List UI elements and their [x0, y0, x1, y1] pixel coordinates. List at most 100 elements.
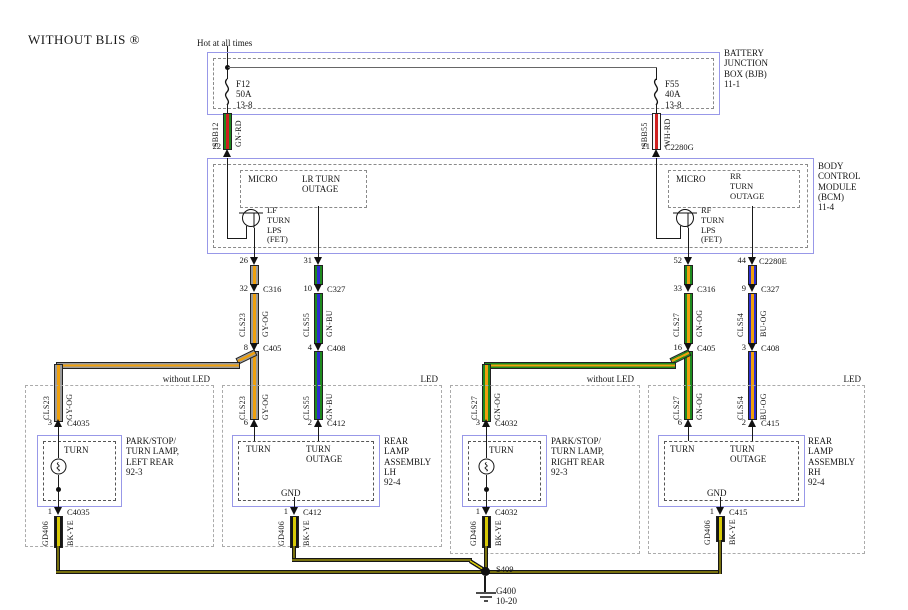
cls54-label: CLS54: [736, 297, 745, 337]
gn-og-branch-label-right: GN-OG: [493, 388, 502, 420]
bjb-label: BATTERY JUNCTION BOX (BJB) 11-1: [724, 48, 768, 89]
connector-c2280g: C2280G: [665, 142, 694, 152]
cls23-label: CLS23: [238, 297, 247, 337]
connector-c4035-bottom: C4035: [67, 507, 90, 517]
wire-sbb55: [652, 113, 661, 150]
ground-g400-label: G400 10-20: [496, 586, 517, 607]
wire-cls55-seg2: [314, 293, 323, 344]
pin-33: 33: [666, 283, 682, 293]
section-label-without-led-left: without LED: [130, 374, 210, 384]
lamp-rr-wire-top: [486, 427, 487, 458]
connector-c4032-bottom: C4032: [495, 507, 518, 517]
connector-c4035-top: C4035: [67, 418, 90, 428]
pin-22-arrow-icon: [223, 149, 231, 157]
connector-c327-left: C327: [327, 284, 345, 294]
c408-right-arrow-icon: [748, 343, 756, 351]
bulb-rr-icon: [478, 458, 495, 475]
pin-8: 8: [232, 342, 248, 352]
gnd-run-lamp-lr: [56, 546, 60, 572]
connector-c412-bottom: C412: [303, 507, 321, 517]
lamp-lr-turn-label: TURN: [64, 445, 89, 455]
bcm-wire-pin22: [227, 158, 228, 239]
bk-ye-label-4: BK-YE: [728, 517, 737, 545]
pin-9: 9: [730, 283, 746, 293]
cls23-branch-label-lh: CLS23: [238, 388, 247, 420]
pin-16: 16: [666, 342, 682, 352]
section-label-without-led-right: without LED: [554, 374, 634, 384]
gd406-label-1: GD406: [41, 518, 50, 546]
pin-44-arrow-icon: [748, 257, 756, 265]
gy-og-label: GY-OG: [261, 297, 270, 337]
lf-turn-lps-label: LF TURN LPS (FET): [267, 206, 290, 245]
splice-s409: [481, 567, 490, 576]
c4032-bottom-arrow-icon: [482, 507, 490, 515]
c412-bottom-arrow-icon: [290, 507, 298, 515]
wire-cls54-seg2: [748, 293, 757, 344]
rear-rh-turn-label: TURN: [670, 444, 695, 454]
wire-cls27-horizontal: [484, 362, 676, 369]
bcm-lr-turn-outage-label: LR TURN OUTAGE: [302, 174, 340, 195]
cls27-label: CLS27: [672, 297, 681, 337]
pin-10: 10: [296, 283, 312, 293]
bcm-wire-lr-outage-out: [318, 206, 319, 257]
gn-bu-label: GN-BU: [325, 297, 334, 337]
rear-lh-gnd-wire: [294, 497, 295, 507]
pin-3-c4032: 3: [464, 417, 480, 427]
bu-og-label: BU-OG: [759, 297, 768, 337]
rear-rh-outage-label: TURN OUTAGE: [730, 444, 766, 465]
c4032-top-arrow-icon: [482, 419, 490, 427]
gd406-label-3: GD406: [469, 518, 478, 546]
f12-lower-wire: [227, 104, 228, 113]
connector-c415-bottom: C415: [729, 507, 747, 517]
bulb-lr-icon: [50, 458, 67, 475]
wire-cls23-seg1: [250, 265, 259, 285]
bjb-bus-wire: [228, 67, 657, 68]
wire-gd406-rear-rh: [716, 516, 725, 542]
connector-c327-right: C327: [761, 284, 779, 294]
lamp-lr-junction-dot: [56, 487, 61, 492]
pin-2-c415: 2: [730, 417, 746, 427]
pin-31-arrow-icon: [314, 257, 322, 265]
gn-og-label: GN-OG: [695, 297, 704, 337]
bk-ye-label-2: BK-YE: [302, 518, 311, 546]
bcm-label: BODY CONTROL MODULE (BCM) 11-4: [818, 161, 861, 213]
cls55-branch-label: CLS55: [302, 388, 311, 420]
section-label-led-left: LED: [408, 374, 438, 384]
fuse-f55-label: F55 40A 13-8: [665, 79, 682, 110]
pin-1-c4032: 1: [464, 506, 480, 516]
gy-og-branch-label-lh: GY-OG: [261, 388, 270, 420]
lamp-rr-junction-dot: [484, 487, 489, 492]
pin-3-c408: 3: [730, 342, 746, 352]
bjb-inner-box: [213, 58, 714, 109]
bcm-wire-rr-outage-out: [752, 206, 753, 257]
wire-gd406-lamp-lr: [54, 516, 63, 548]
c4035-bottom-arrow-icon: [54, 507, 62, 515]
pin-21: 21: [634, 141, 650, 151]
rear-rh-label: REAR LAMP ASSEMBLY RH 92-4: [808, 436, 855, 488]
bcm-wire-pin22-run: [227, 238, 247, 239]
rear-lh-outage-stub: [318, 427, 319, 441]
fuse-f12-icon: [221, 79, 233, 105]
lamp-rr-turn-label: TURN: [489, 445, 514, 455]
wire-sbb12-color-label: GN-RD: [234, 114, 243, 147]
f55-lower-wire: [656, 104, 657, 113]
pin-21-arrow-icon: [652, 149, 660, 157]
bcm-wire-pin21: [656, 158, 657, 239]
c327-left-arrow-icon: [314, 284, 322, 292]
pin-1-c4035: 1: [36, 506, 52, 516]
c327-right-arrow-icon: [748, 284, 756, 292]
fuse-f55-icon: [650, 79, 662, 105]
pin-6-rh: 6: [666, 417, 682, 427]
bcm-wire-pin21-run: [656, 238, 681, 239]
connector-c408-left: C408: [327, 343, 345, 353]
rear-rh-outage-stub: [752, 427, 753, 441]
cls55-label: CLS55: [302, 297, 311, 337]
gnd-bus: [56, 570, 722, 574]
gnd-run-rear-rh: [718, 540, 722, 574]
wire-cls27-seg1: [684, 265, 693, 285]
fet-lf-icon: [239, 206, 265, 228]
diagram-title: WITHOUT BLIS ®: [28, 33, 140, 48]
rear-rh-gnd-label: GND: [707, 488, 727, 498]
bcm-wire-lf-out: [254, 228, 255, 257]
gn-og-branch-label-rh: GN-OG: [695, 388, 704, 420]
